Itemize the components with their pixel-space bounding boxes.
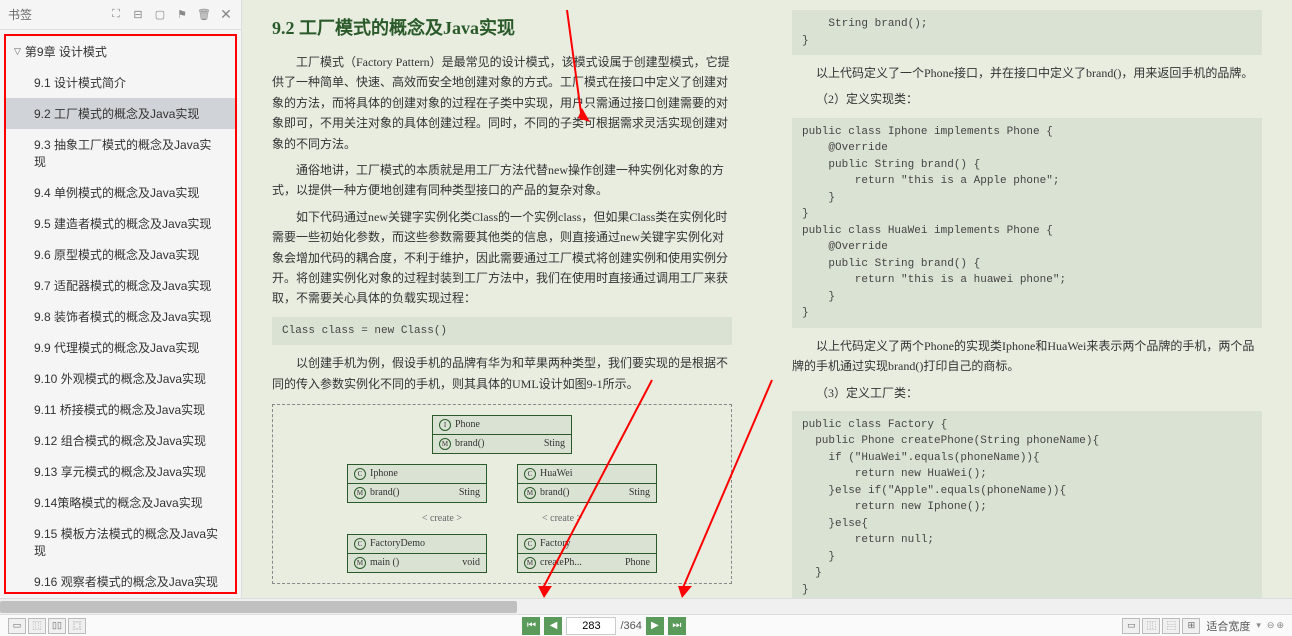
- toc-item-9-6[interactable]: 9.6 原型模式的概念及Java实现: [6, 239, 235, 270]
- layout-icon-4[interactable]: ⊞: [1182, 618, 1200, 634]
- code-block: String brand(); }: [792, 10, 1262, 55]
- sidebar-title: 书签: [8, 6, 101, 23]
- bookmark-icon[interactable]: ▢: [153, 8, 167, 22]
- toc-item-9-2[interactable]: 9.2 工厂模式的概念及Java实现: [6, 98, 235, 129]
- toc-item-9-3[interactable]: 9.3 抽象工厂模式的概念及Java实现: [6, 129, 235, 177]
- code-block: Class class = new Class(): [272, 317, 732, 346]
- view-book-icon[interactable]: ⿴: [68, 618, 86, 634]
- delete-icon[interactable]: 🗑: [197, 8, 211, 22]
- bottom-toolbar: ▭ ⿲ ▯▯ ⿴ ⏮ ◀ /364 ▶ ⏭ ▭ ⿲ ⿳ ⊞ 适合宽度 ▾ ⊖ ⊕: [0, 614, 1292, 636]
- document-viewer: 9.2 工厂模式的概念及Java实现 工厂模式（Factory Pattern）…: [242, 0, 1292, 598]
- collapse-icon[interactable]: ⊟: [131, 8, 145, 22]
- uml-diagram: IPhone Mbrand()Sting CIphone Mbrand()Sti…: [272, 404, 732, 584]
- zoom-out-icon[interactable]: ⊖: [1267, 620, 1275, 631]
- toc-item-9-5[interactable]: 9.5 建造者模式的概念及Java实现: [6, 208, 235, 239]
- toc-item-9-12[interactable]: 9.12 组合模式的概念及Java实现: [6, 425, 235, 456]
- code-block: public class Factory { public Phone crea…: [792, 411, 1262, 598]
- toc-item-9-13[interactable]: 9.13 享元模式的概念及Java实现: [6, 456, 235, 487]
- paragraph: （2）定义实现类：: [792, 89, 1262, 109]
- paragraph: 工厂模式（Factory Pattern）是最常见的设计模式，该模式设属于创建型…: [272, 52, 732, 154]
- expand-icon[interactable]: ⛶: [109, 8, 123, 22]
- page-right: String brand(); } 以上代码定义了一个Phone接口，并在接口中…: [762, 0, 1292, 598]
- page-total-label: /364: [620, 620, 641, 632]
- uml-class-huawei: CHuaWei Mbrand()Sting: [517, 464, 657, 503]
- horizontal-scrollbar[interactable]: [0, 598, 1292, 614]
- close-sidebar-icon[interactable]: ✕: [219, 8, 233, 22]
- paragraph: 以创建手机为例，假设手机的品牌有华为和苹果两种类型，我们要实现的是根据不同的传入…: [272, 353, 732, 394]
- toc-item-9-10[interactable]: 9.10 外观模式的概念及Java实现: [6, 363, 235, 394]
- zoom-in-icon[interactable]: ⊕: [1276, 620, 1284, 631]
- toc-item-9-1[interactable]: 9.1 设计模式简介: [6, 67, 235, 98]
- toc-chapter-9[interactable]: ▽ 第9章 设计模式: [6, 36, 235, 67]
- zoom-label[interactable]: 适合宽度: [1206, 618, 1250, 634]
- toc-item-9-16[interactable]: 9.16 观察者模式的概念及Java实现: [6, 566, 235, 594]
- bookmarks-sidebar: 书签 ⛶ ⊟ ▢ ⚑ 🗑 ✕ ▽ 第9章 设计模式 9.1 设计模式简介9.2 …: [0, 0, 242, 598]
- last-page-button[interactable]: ⏭: [668, 617, 686, 635]
- chevron-down-icon: ▽: [14, 46, 21, 57]
- page-left: 9.2 工厂模式的概念及Java实现 工厂模式（Factory Pattern）…: [242, 0, 762, 598]
- view-facing-icon[interactable]: ▯▯: [48, 618, 66, 634]
- toc-item-9-4[interactable]: 9.4 单例模式的概念及Java实现: [6, 177, 235, 208]
- sidebar-header: 书签 ⛶ ⊟ ▢ ⚑ 🗑 ✕: [0, 0, 241, 30]
- zoom-dropdown-icon[interactable]: ▾: [1256, 620, 1261, 631]
- toc-item-9-15[interactable]: 9.15 模板方法模式的概念及Java实现: [6, 518, 235, 566]
- section-heading: 9.2 工厂模式的概念及Java实现: [272, 14, 732, 40]
- paragraph: 通俗地讲，工厂模式的本质就是用工厂方法代替new操作创建一种实例化对象的方式，以…: [272, 160, 732, 201]
- toc-item-9-9[interactable]: 9.9 代理模式的概念及Java实现: [6, 332, 235, 363]
- first-page-button[interactable]: ⏮: [522, 617, 540, 635]
- view-continuous-icon[interactable]: ⿲: [28, 618, 46, 634]
- uml-interface-phone: IPhone Mbrand()Sting: [432, 415, 572, 454]
- next-page-button[interactable]: ▶: [646, 617, 664, 635]
- uml-class-factory: CFactory McreatePh...Phone: [517, 534, 657, 573]
- layout-icon-3[interactable]: ⿳: [1162, 618, 1180, 634]
- layout-icon-2[interactable]: ⿲: [1142, 618, 1160, 634]
- tag-icon[interactable]: ⚑: [175, 8, 189, 22]
- paragraph: （3）定义工厂类：: [792, 383, 1262, 403]
- toc-item-9-7[interactable]: 9.7 适配器模式的概念及Java实现: [6, 270, 235, 301]
- view-single-icon[interactable]: ▭: [8, 618, 26, 634]
- layout-icon-1[interactable]: ▭: [1122, 618, 1140, 634]
- uml-class-iphone: CIphone Mbrand()Sting: [347, 464, 487, 503]
- toc-item-9-14[interactable]: 9.14策略模式的概念及Java实现: [6, 487, 235, 518]
- scrollbar-thumb[interactable]: [0, 601, 517, 613]
- page-number-input[interactable]: [566, 617, 616, 635]
- paragraph: 以上代码定义了两个Phone的实现类Iphone和HuaWei来表示两个品牌的手…: [792, 336, 1262, 377]
- uml-class-factorydemo: CFactoryDemo Mmain ()void: [347, 534, 487, 573]
- paragraph: 以上代码定义了一个Phone接口，并在接口中定义了brand()，用来返回手机的…: [792, 63, 1262, 83]
- toc-chapter-label: 第9章 设计模式: [25, 43, 107, 60]
- paragraph: 如下代码通过new关键字实例化类Class的一个实例class，但如果Class…: [272, 207, 732, 309]
- toc-item-9-8[interactable]: 9.8 装饰者模式的概念及Java实现: [6, 301, 235, 332]
- code-block: public class Iphone implements Phone { @…: [792, 118, 1262, 328]
- toc-highlight-box: ▽ 第9章 设计模式 9.1 设计模式简介9.2 工厂模式的概念及Java实现9…: [4, 34, 237, 594]
- prev-page-button[interactable]: ◀: [544, 617, 562, 635]
- toc-item-9-11[interactable]: 9.11 桥接模式的概念及Java实现: [6, 394, 235, 425]
